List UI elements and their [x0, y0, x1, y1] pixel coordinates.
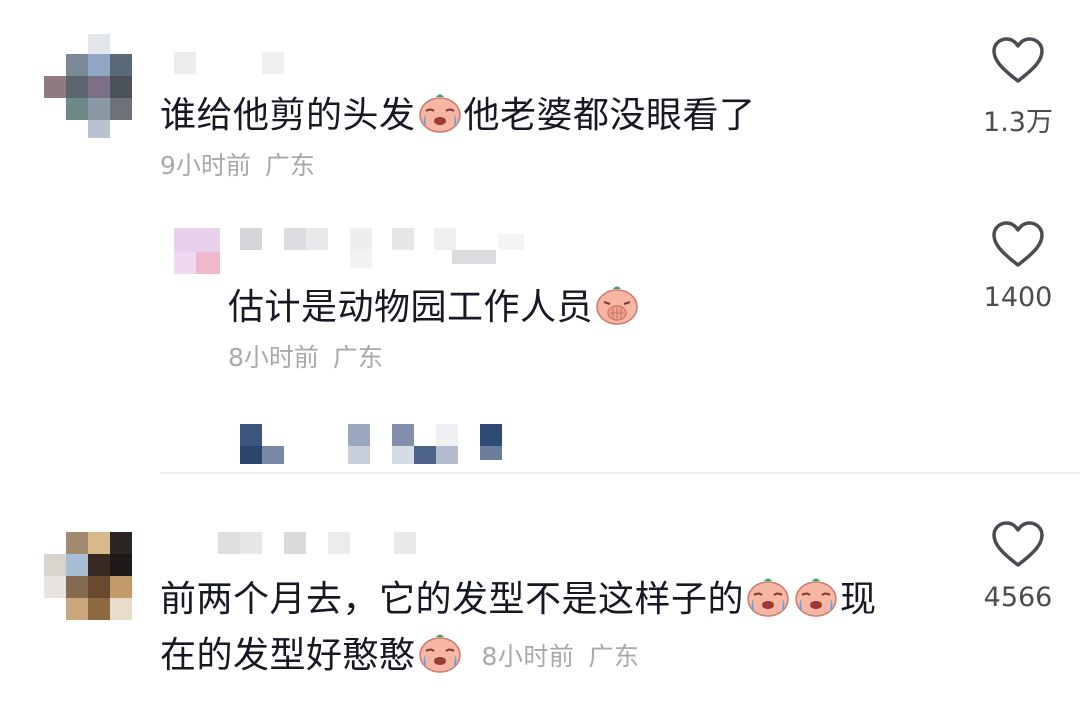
comment-meta: 9小时前 广东 — [160, 146, 315, 182]
crying-face-emoji — [795, 578, 837, 617]
covering-face-emoji — [596, 286, 638, 325]
comment-meta: 8小时前 广东 — [228, 338, 383, 374]
comment-time: 8小时前 — [228, 343, 319, 372]
expand-replies-blurred[interactable] — [240, 424, 510, 466]
comment-text: 前两个月去，它的发型不是这样子的现 — [160, 572, 877, 628]
like-count: 1400 — [983, 282, 1053, 313]
avatar[interactable] — [174, 228, 220, 274]
comment-text-line2: 在的发型好憨憨 8小时前 广东 — [160, 628, 639, 684]
username-blurred[interactable] — [240, 228, 530, 270]
heart-outline-icon[interactable] — [991, 36, 1045, 86]
comment-text: 谁给他剪的头发 他老婆都没眼看了 — [160, 88, 756, 144]
heart-outline-icon[interactable] — [991, 520, 1045, 570]
comment-region: 广东 — [264, 151, 315, 180]
comment-region: 广东 — [332, 343, 383, 372]
crying-face-emoji — [747, 578, 789, 617]
comment-text: 估计是动物园工作人员 — [228, 280, 641, 336]
crying-face-emoji — [418, 94, 461, 133]
comment-region: 广东 — [588, 642, 640, 671]
comment-meta: 8小时前 广东 — [482, 642, 640, 671]
comment-time: 9小时前 — [160, 151, 251, 180]
username-blurred[interactable] — [174, 52, 294, 76]
like-count: 1.3万 — [983, 107, 1053, 138]
avatar[interactable] — [44, 532, 134, 622]
heart-outline-icon[interactable] — [991, 220, 1045, 270]
divider — [160, 472, 1080, 474]
like-count: 4566 — [983, 582, 1053, 613]
username-blurred[interactable] — [218, 532, 418, 556]
crying-face-emoji — [418, 634, 461, 673]
comment-time: 8小时前 — [481, 642, 575, 671]
avatar[interactable] — [44, 34, 134, 138]
